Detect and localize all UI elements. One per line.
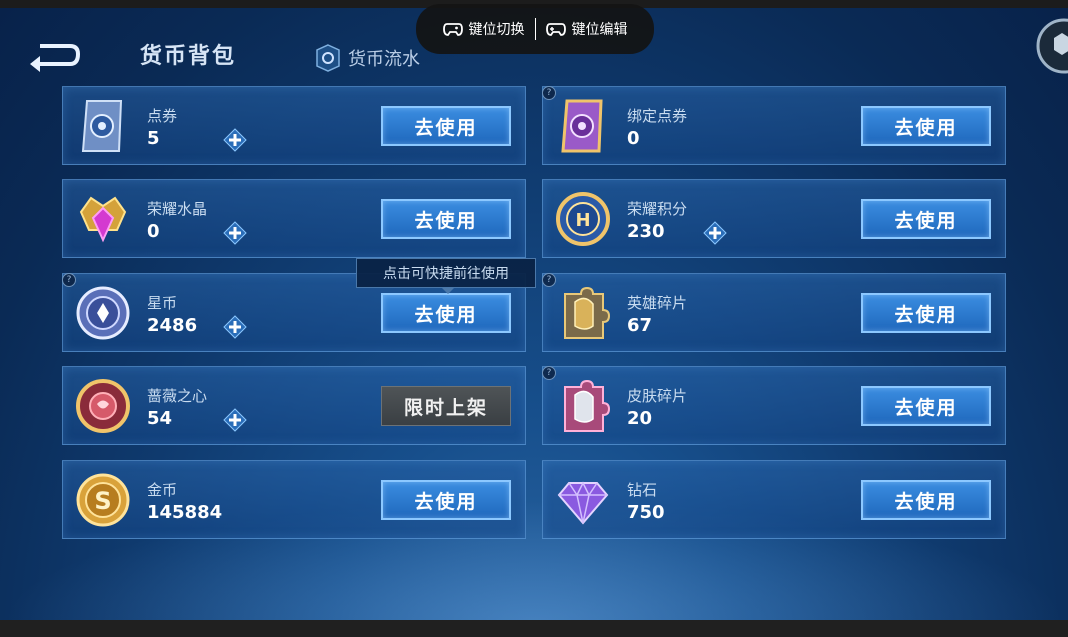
page-title: 货币背包: [140, 44, 237, 69]
currency-name: 蔷薇之心: [147, 387, 208, 405]
glory-crystal-icon: [79, 196, 127, 243]
star-coin-icon: [76, 286, 130, 340]
add-voucher-button[interactable]: [223, 128, 247, 152]
settings-hex-icon[interactable]: [1032, 18, 1068, 74]
currency-amount: 145884: [147, 502, 223, 523]
currency-amount: 0: [627, 128, 640, 149]
currency-card-honor-points: H 荣耀积分 230 去使用: [542, 179, 1006, 258]
currency-amount: 230: [627, 221, 665, 242]
help-icon[interactable]: ?: [62, 273, 76, 287]
currency-amount: 750: [627, 502, 665, 523]
currency-card-skin-fragment: ? 皮肤碎片 20 去使用: [542, 366, 1006, 445]
currency-card-voucher: 点券 5 去使用: [62, 86, 526, 165]
hero-fragment-icon: [564, 286, 611, 339]
gold-coin-icon: S: [76, 473, 130, 527]
use-star-coin-button[interactable]: 去使用: [381, 293, 511, 333]
keymap-switch-button[interactable]: 键位切换: [433, 19, 535, 39]
honor-points-icon: H: [556, 192, 610, 246]
bound-voucher-icon: [561, 99, 603, 153]
currency-name: 英雄碎片: [627, 294, 688, 312]
currency-amount: 2486: [147, 315, 198, 336]
add-glory-crystal-button[interactable]: [223, 221, 247, 245]
keymap-edit-label: 键位编辑: [571, 22, 628, 38]
use-diamond-button[interactable]: 去使用: [861, 480, 991, 520]
currency-name: 点券: [147, 107, 178, 125]
currency-flow-icon: [316, 44, 340, 72]
diamond-icon: [557, 481, 609, 525]
currency-name: 皮肤碎片: [627, 387, 688, 405]
limited-time-button: 限时上架: [381, 386, 511, 426]
currency-card-bound-voucher: ? 绑定点券 0 去使用: [542, 86, 1006, 165]
rose-heart-icon: [76, 379, 130, 433]
currency-amount: 5: [147, 128, 160, 149]
svg-text:S: S: [94, 487, 111, 515]
currency-name: 荣耀积分: [627, 200, 688, 218]
help-icon[interactable]: ?: [542, 273, 556, 287]
use-bound-voucher-button[interactable]: 去使用: [861, 106, 991, 146]
use-skin-fragment-button[interactable]: 去使用: [861, 386, 991, 426]
tab-currency-flow[interactable]: 货币流水: [316, 44, 420, 72]
quick-use-tooltip: 点击可快捷前往使用: [356, 258, 536, 294]
use-honor-points-button[interactable]: 去使用: [861, 199, 991, 239]
currency-amount: 0: [147, 221, 160, 242]
bottom-bar: [0, 620, 1068, 637]
currency-card-diamond: 钻石 750 去使用: [542, 460, 1006, 539]
help-icon[interactable]: ?: [542, 366, 556, 380]
add-honor-points-button[interactable]: [703, 221, 727, 245]
back-arrow-icon[interactable]: [26, 38, 82, 72]
keymap-edit-button[interactable]: 键位编辑: [536, 19, 638, 39]
gamepad-edit-icon: [545, 23, 566, 36]
svg-text:H: H: [575, 210, 590, 231]
currency-card-rose-heart: 蔷薇之心 54 限时上架: [62, 366, 526, 445]
voucher-icon: [81, 100, 123, 152]
currency-name: 金币: [147, 481, 178, 499]
add-rose-heart-button[interactable]: [223, 408, 247, 432]
gamepad-icon: [442, 23, 463, 36]
currency-card-glory-crystal: 荣耀水晶 0 去使用: [62, 179, 526, 258]
currency-name: 绑定点券: [627, 107, 688, 125]
skin-fragment-icon: [564, 379, 611, 432]
use-glory-crystal-button[interactable]: 去使用: [381, 199, 511, 239]
tab-currency-flow-label: 货币流水: [348, 49, 420, 70]
use-gold-coin-button[interactable]: 去使用: [381, 480, 511, 520]
currency-bag-screen: 货币背包 货币流水 点券 5 去使用 荣耀水晶 0 去使用 ? 星币 2486 …: [0, 8, 1068, 620]
use-voucher-button[interactable]: 去使用: [381, 106, 511, 146]
keymap-switch-label: 键位切换: [468, 22, 525, 38]
keymap-overlay-bar: 键位切换 键位编辑: [416, 4, 654, 54]
use-hero-fragment-button[interactable]: 去使用: [861, 293, 991, 333]
help-icon[interactable]: ?: [542, 86, 556, 100]
currency-name: 荣耀水晶: [147, 200, 208, 218]
currency-amount: 54: [147, 408, 173, 429]
currency-amount: 20: [627, 408, 653, 429]
add-star-coin-button[interactable]: [223, 315, 247, 339]
currency-name: 钻石: [627, 481, 658, 499]
currency-name: 星币: [147, 294, 178, 312]
currency-card-gold-coin: S 金币 145884 去使用: [62, 460, 526, 539]
currency-card-hero-fragment: ? 英雄碎片 67 去使用: [542, 273, 1006, 352]
currency-amount: 67: [627, 315, 653, 336]
